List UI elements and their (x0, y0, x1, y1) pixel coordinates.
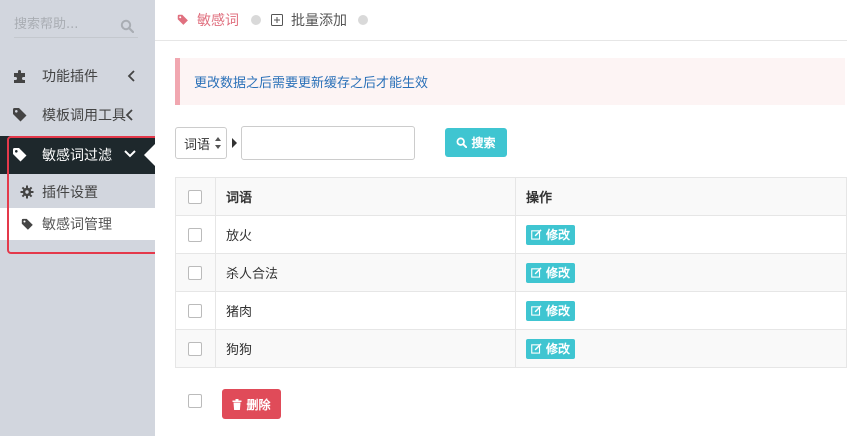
edit-button-label: 修改 (546, 304, 571, 318)
action-cell: 修改 (515, 253, 847, 292)
sidebar-item-label: 敏感词过滤 (42, 148, 112, 164)
row-checkbox-cell (175, 291, 216, 330)
edit-button-label: 修改 (546, 266, 571, 280)
sidebar-item-label: 模板调用工具 (42, 108, 126, 124)
edit-button[interactable]: 修改 (526, 224, 576, 245)
search-icon (457, 137, 468, 148)
gear-icon (20, 185, 34, 199)
row-checkbox[interactable] (188, 341, 202, 356)
chevron-left-icon (125, 109, 133, 121)
action-cell: 修改 (515, 215, 847, 254)
sidebar-item-template-tools[interactable]: 模板调用工具 (0, 96, 155, 134)
table-row: 猪肉 修改 (175, 291, 847, 330)
words-table: 词语 操作 放火 修改 杀人合法 修改 猪肉 修改 狗狗 修改 (175, 177, 847, 368)
filter-select-value: 词语 (184, 137, 211, 153)
search-input[interactable] (14, 14, 114, 34)
delete-button[interactable]: 删除 (222, 389, 281, 419)
sidebar-item-label: 功能插件 (42, 69, 98, 85)
select-all-checkbox[interactable] (188, 189, 202, 204)
edit-button[interactable]: 修改 (526, 338, 576, 359)
row-checkbox[interactable] (188, 227, 202, 242)
tag-icon (12, 107, 28, 123)
plus-square-icon (271, 14, 283, 26)
tab-sensitive-words[interactable]: 敏感词 (177, 10, 239, 30)
updown-arrows-icon (215, 137, 221, 149)
row-checkbox-cell (175, 329, 216, 368)
edit-button[interactable]: 修改 (526, 262, 576, 283)
word-cell: 杀人合法 (215, 253, 516, 292)
chevron-down-icon (124, 150, 136, 158)
sidebar-item-plugins[interactable]: 功能插件 (0, 57, 155, 95)
search-icon[interactable] (120, 19, 134, 33)
row-checkbox[interactable] (188, 265, 202, 280)
row-checkbox[interactable] (188, 303, 202, 318)
trash-icon (232, 398, 242, 410)
caret-right-icon (232, 138, 237, 148)
tab-separator-dot (251, 15, 261, 25)
edit-icon (531, 343, 542, 354)
main-content: 敏感词 批量添加 更改数据之后需要更新缓存之后才能生效 词语 搜索 词语 操作 (155, 0, 847, 436)
column-header-word: 词语 (215, 177, 516, 216)
header-checkbox-cell (175, 177, 216, 216)
edit-button-label: 修改 (546, 342, 571, 356)
bulk-select-checkbox[interactable] (188, 394, 202, 408)
table-row: 放火 修改 (175, 215, 847, 254)
edit-icon (531, 267, 542, 278)
word-cell: 放火 (215, 215, 516, 254)
search-button-label: 搜索 (471, 136, 496, 150)
tag-icon (177, 14, 188, 25)
sidebar-item-sensitive-filter[interactable]: 敏感词过滤 (0, 136, 156, 174)
sidebar-subitem-label: 插件设置 (42, 185, 98, 201)
sidebar-subitem-plugin-settings[interactable]: 插件设置 (0, 176, 155, 208)
tab-bar: 敏感词 批量添加 (155, 0, 847, 41)
puzzle-icon (12, 68, 28, 84)
row-checkbox-cell (175, 253, 216, 292)
edit-button[interactable]: 修改 (526, 300, 576, 321)
notice-callout: 更改数据之后需要更新缓存之后才能生效 (175, 58, 845, 105)
tag-icon (12, 147, 28, 163)
action-cell: 修改 (515, 329, 847, 368)
tag-icon (20, 217, 34, 231)
table-row: 杀人合法 修改 (175, 253, 847, 292)
edit-icon (531, 305, 542, 316)
filter-text-input[interactable] (241, 126, 415, 160)
tab-separator-dot (358, 15, 368, 25)
chevron-left-icon (127, 70, 135, 82)
table-header-row: 词语 操作 (175, 177, 847, 216)
edit-button-label: 修改 (546, 228, 571, 242)
tab-batch-add[interactable]: 批量添加 (271, 10, 347, 30)
notice-text: 更改数据之后需要更新缓存之后才能生效 (194, 76, 429, 91)
tab-label: 批量添加 (291, 13, 347, 29)
filter-field-select[interactable]: 词语 (175, 127, 227, 159)
word-cell: 狗狗 (215, 329, 516, 368)
sidebar-search (14, 12, 138, 38)
search-button[interactable]: 搜索 (445, 128, 507, 157)
column-header-action: 操作 (515, 177, 847, 216)
delete-button-label: 删除 (246, 397, 271, 412)
edit-icon (531, 229, 542, 240)
sidebar-subitem-sensitive-manage[interactable]: 敏感词管理 (0, 208, 155, 240)
word-cell: 猪肉 (215, 291, 516, 330)
sidebar-subitem-label: 敏感词管理 (42, 217, 112, 233)
sidebar: 功能插件 模板调用工具 敏感词过滤 (0, 0, 159, 436)
tab-label: 敏感词 (197, 13, 239, 29)
action-cell: 修改 (515, 291, 847, 330)
row-checkbox-cell (175, 215, 216, 254)
table-row: 狗狗 修改 (175, 329, 847, 368)
